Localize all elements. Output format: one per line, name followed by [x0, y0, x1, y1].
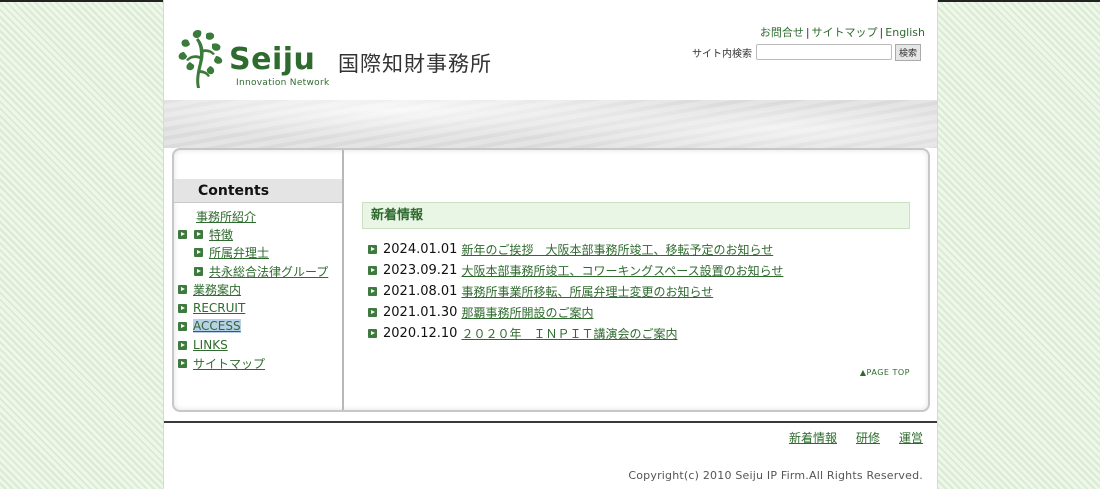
sidebar-item-label[interactable]: サイトマップ: [193, 355, 265, 372]
sidebar-item-services[interactable]: 業務案内: [178, 281, 241, 297]
news-item: 2021.01.30 那覇事務所開設のご案内: [368, 303, 593, 321]
sidebar: Contents 事務所紹介 特徴 所属弁理士 共永総合法律グループ 業務案内 …: [174, 150, 344, 410]
footer-link-training[interactable]: 研修: [856, 429, 880, 446]
news-item: 2023.09.21 大阪本部事務所竣工、コワーキングスペース設置のお知らせ: [368, 261, 783, 279]
arrow-bullet-icon: [194, 247, 203, 257]
news-date: 2023.09.21: [383, 262, 458, 278]
arrow-bullet-icon: [178, 340, 187, 350]
english-link[interactable]: English: [885, 26, 925, 39]
news-date: 2024.01.01: [383, 241, 458, 257]
sidebar-title: Contents: [174, 179, 342, 203]
sidebar-item-label[interactable]: ACCESS: [193, 319, 241, 333]
search-label: サイト内検索: [691, 48, 752, 60]
news-date: 2021.01.30: [383, 304, 458, 320]
footer-link-news[interactable]: 新着情報: [789, 429, 837, 446]
news-item: 2024.01.01 新年のご挨拶 大阪本部事務所竣工、移転予定のお知らせ: [368, 240, 773, 258]
news-link[interactable]: 事務所事業所移転、所属弁理士変更のお知らせ: [461, 283, 713, 300]
sidebar-item-links[interactable]: LINKS: [178, 337, 228, 353]
sidebar-item-label[interactable]: 所属弁理士: [209, 244, 269, 261]
footer-divider: [164, 421, 937, 423]
site-logo[interactable]: Seiju Innovation Network 国際知財事務所: [176, 26, 496, 92]
brand-subtitle: Innovation Network: [236, 78, 330, 88]
search-input[interactable]: [755, 44, 892, 60]
sidebar-item-label[interactable]: 業務案内: [193, 281, 241, 298]
arrow-bullet-icon: [194, 266, 203, 276]
arrow-bullet-icon: [368, 286, 377, 296]
main-content: 新着情報 2024.01.01 新年のご挨拶 大阪本部事務所竣工、移転予定のお知…: [346, 150, 930, 410]
separator: |: [805, 26, 810, 39]
arrow-bullet-icon: [368, 307, 377, 317]
news-title: 新着情報: [362, 202, 910, 229]
sidebar-item-access[interactable]: ACCESS: [178, 318, 241, 334]
sidebar-item-attorneys[interactable]: 所属弁理士: [194, 244, 269, 260]
search-button[interactable]: 検索: [894, 43, 921, 61]
brand-name: Seiju: [229, 42, 316, 77]
news-date: 2021.08.01: [383, 283, 458, 299]
sidebar-item-label[interactable]: LINKS: [193, 338, 228, 352]
arrow-bullet-icon: [178, 321, 187, 331]
contact-link[interactable]: お問合せ: [760, 26, 804, 39]
arrow-bullet-icon: [368, 244, 377, 254]
office-name: 国際知財事務所: [338, 52, 492, 76]
copyright-text: Copyright(c) 2010 Seiju IP Firm.All Righ…: [628, 469, 923, 482]
footer-link-operation[interactable]: 運営: [899, 429, 923, 446]
sidebar-item-law-group[interactable]: 共永総合法律グループ: [194, 263, 328, 279]
sidebar-item-sitemap[interactable]: サイトマップ: [178, 355, 265, 371]
arrow-bullet-icon: [178, 284, 187, 294]
footer-nav: 新着情報 研修 運営: [789, 429, 923, 446]
arrow-bullet-icon: [178, 358, 187, 368]
sidebar-item-label[interactable]: 共永総合法律グループ: [209, 263, 328, 280]
arrow-bullet-icon: [368, 328, 377, 338]
news-item: 2020.12.10 ２０２０年 ＩＮＰＩＴ講演会のご案内: [368, 324, 677, 342]
arrow-bullet-icon: [194, 229, 203, 239]
sidebar-item-about[interactable]: 事務所紹介: [196, 208, 256, 224]
page-top-link[interactable]: ▲PAGE TOP: [860, 368, 910, 377]
news-link[interactable]: 那覇事務所開設のご案内: [461, 304, 593, 321]
arrow-bullet-icon: [178, 229, 187, 239]
page-container: Seiju Innovation Network 国際知財事務所 お問合せ | サイ…: [163, 0, 938, 489]
utility-links: お問合せ | サイトマップ | English: [760, 24, 925, 40]
sitemap-link[interactable]: サイトマップ: [812, 26, 878, 39]
site-search: サイト内検索 検索: [692, 43, 921, 61]
logo-mark-icon: [178, 30, 223, 88]
news-link[interactable]: ２０２０年 ＩＮＰＩＴ講演会のご案内: [461, 325, 677, 342]
arrow-bullet-icon: [178, 303, 187, 313]
news-link[interactable]: 大阪本部事務所竣工、コワーキングスペース設置のお知らせ: [461, 262, 783, 279]
sidebar-item-label[interactable]: 事務所紹介: [196, 208, 256, 225]
sidebar-item-features[interactable]: 特徴: [178, 226, 233, 242]
news-link[interactable]: 新年のご挨拶 大阪本部事務所竣工、移転予定のお知らせ: [461, 241, 773, 258]
arrow-bullet-icon: [368, 265, 377, 275]
news-item: 2021.08.01 事務所事業所移転、所属弁理士変更のお知らせ: [368, 282, 713, 300]
sidebar-item-label[interactable]: 特徴: [209, 226, 233, 243]
sidebar-item-label[interactable]: RECRUIT: [193, 301, 245, 315]
header-decorative-band: [164, 100, 937, 148]
sidebar-item-recruit[interactable]: RECRUIT: [178, 300, 245, 316]
news-date: 2020.12.10: [383, 325, 458, 341]
content-box: Contents 事務所紹介 特徴 所属弁理士 共永総合法律グループ 業務案内 …: [172, 148, 930, 412]
